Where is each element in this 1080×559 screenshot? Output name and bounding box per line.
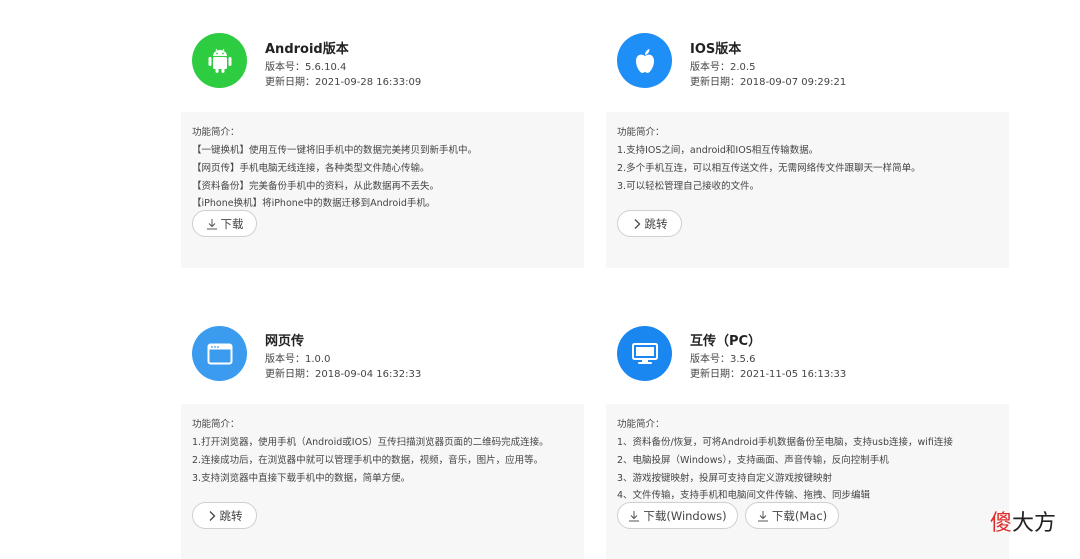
card-header: Android版本 版本号：5.6.10.4 更新日期：2021-09-28 1… [181,22,584,112]
feature-panel: 功能简介： 1.支持IOS之间，android和IOS相互传输数据。 2.多个手… [606,112,1009,268]
version-number: 版本号：5.6.10.4 [265,62,347,73]
download-button[interactable]: 下载 [192,210,257,237]
update-date: 更新日期：2021-11-05 16:13:33 [690,369,847,380]
feature-line: 【资料备份】完美备份手机中的资料，从此数据再不丢失。 [192,180,440,192]
app-title: Android版本 [265,42,349,57]
apple-icon [635,48,654,73]
version-number: 版本号：3.5.6 [690,354,756,365]
feature-list: 1、资料备份/恢复，可将Android手机数据备份至电脑，支持usb连接，wif… [617,434,953,505]
card-header: 互传（PC） 版本号：3.5.6 更新日期：2021-11-05 16:13:3… [606,314,1009,404]
download-windows-label: 下载(Windows) [643,508,727,523]
feature-line: 3.支持浏览器中直接下载手机中的数据，简单方便。 [192,472,411,484]
card-pc: 互传（PC） 版本号：3.5.6 更新日期：2021-11-05 16:13:3… [606,314,1009,559]
monitor-icon [631,342,658,364]
card-header: 网页传 版本号：1.0.0 更新日期：2018-09-04 16:32:33 [181,314,584,404]
web-app-icon [192,326,247,381]
app-title: 互传（PC） [690,334,762,349]
download-windows-button[interactable]: 下载(Windows) [617,502,738,529]
feature-panel: 功能简介： 1、资料备份/恢复，可将Android手机数据备份至电脑，支持usb… [606,404,1009,559]
download-mac-button[interactable]: 下载(Mac) [745,502,839,529]
watermark-red-text: 傻 [990,511,1013,536]
android-icon [208,48,231,73]
feature-line: 【网页传】手机电脑无线连接，各种类型文件随心传输。 [192,162,430,174]
android-app-icon [192,33,247,88]
feature-line: 2.连接成功后，在浏览器中就可以管理手机中的数据，视频，音乐，图片，应用等。 [192,454,544,466]
app-title: 网页传 [265,334,305,349]
feature-line: 1、资料备份/恢复，可将Android手机数据备份至电脑，支持usb连接，wif… [617,437,953,448]
feature-line: 1.打开浏览器，使用手机（Android或IOS）互传扫描浏览器页面的二维码完成… [192,437,549,448]
card-ios: IOS版本 版本号：2.0.5 更新日期：2018-09-07 09:29:21… [606,22,1009,268]
watermark-logo: 傻大方 [990,505,1056,537]
chevron-right-icon [634,218,640,229]
update-date: 更新日期：2021-09-28 16:33:09 [265,77,422,88]
card-header: IOS版本 版本号：2.0.5 更新日期：2018-09-07 09:29:21 [606,22,1009,112]
jump-button[interactable]: 跳转 [617,210,682,237]
download-icon [629,510,640,521]
jump-label: 跳转 [644,216,668,231]
feature-line: 1.支持IOS之间，android和IOS相互传输数据。 [617,145,819,156]
feature-line: 3.可以轻松管理自己接收的文件。 [617,180,760,192]
feature-line: 2.多个手机互连，可以相互传送文件，无需网络传文件跟聊天一样简单。 [617,162,921,174]
card-android: Android版本 版本号：5.6.10.4 更新日期：2021-09-28 1… [181,22,584,268]
feature-line: 2、电脑投屏（Windows），支持画面、声音传输，反向控制手机 [617,454,889,466]
app-title: IOS版本 [690,42,742,57]
jump-button[interactable]: 跳转 [192,502,257,529]
feature-list: 1.打开浏览器，使用手机（Android或IOS）互传扫描浏览器页面的二维码完成… [192,434,549,487]
update-date: 更新日期：2018-09-04 16:32:33 [265,369,422,380]
feature-panel: 功能简介： 【一键换机】使用互传一键将旧手机中的数据完美拷贝到新手机中。 【网页… [181,112,584,268]
feature-intro-label: 功能简介： [617,127,665,138]
feature-panel: 功能简介： 1.打开浏览器，使用手机（Android或IOS）互传扫描浏览器页面… [181,404,584,559]
feature-line: 3、游戏按键映射，投屏可支持自定义游戏按键映射 [617,472,833,484]
chevron-right-icon [209,510,215,521]
watermark-black-text: 大方 [1012,511,1057,536]
feature-list: 1.支持IOS之间，android和IOS相互传输数据。 2.多个手机互连，可以… [617,142,921,195]
download-icon [757,510,768,521]
card-web: 网页传 版本号：1.0.0 更新日期：2018-09-04 16:32:33 功… [181,314,584,559]
download-label: 下载 [220,216,244,231]
version-number: 版本号：2.0.5 [690,62,756,73]
feature-intro-label: 功能简介： [617,419,665,430]
update-date: 更新日期：2018-09-07 09:29:21 [690,77,847,88]
feature-list: 【一键换机】使用互传一键将旧手机中的数据完美拷贝到新手机中。 【网页传】手机电脑… [192,142,477,213]
feature-intro-label: 功能简介： [192,127,240,138]
download-mac-label: 下载(Mac) [771,508,828,523]
jump-label: 跳转 [219,508,243,523]
feature-line: 【一键换机】使用互传一键将旧手机中的数据完美拷贝到新手机中。 [192,145,478,156]
browser-window-icon [207,343,232,364]
download-icon [206,218,217,229]
ios-app-icon [617,33,672,88]
feature-intro-label: 功能简介： [192,419,240,430]
version-number: 版本号：1.0.0 [265,354,331,365]
pc-app-icon [617,326,672,381]
